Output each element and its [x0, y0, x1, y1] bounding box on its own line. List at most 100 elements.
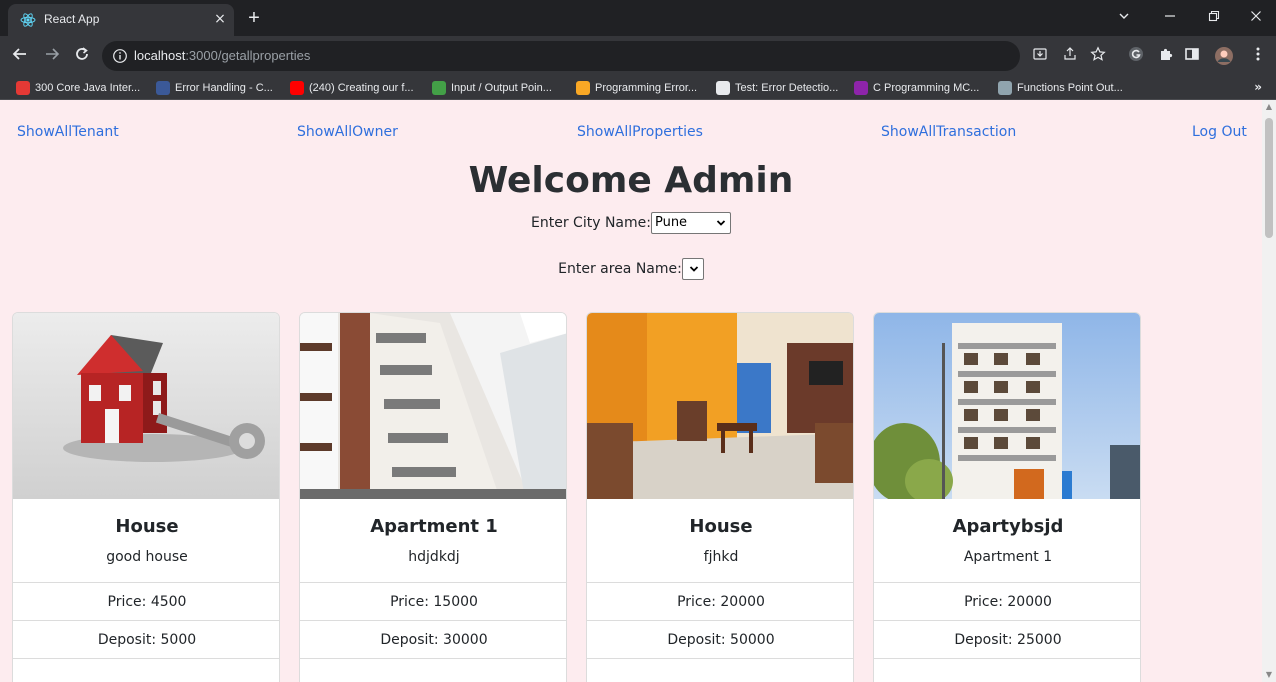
bookmark-item[interactable]: Test: Error Detectio... [716, 80, 838, 96]
new-tab-button[interactable]: + [244, 8, 264, 28]
bookmark-favicon-icon [156, 81, 170, 95]
card-description: Apartment 1 [963, 549, 1053, 565]
bookmark-favicon-icon [998, 81, 1012, 95]
divider [874, 620, 1140, 621]
bookmark-item[interactable]: Input / Output Poin... [432, 80, 552, 96]
tab-close-icon[interactable]: × [212, 11, 228, 27]
scrollbar-thumb[interactable] [1265, 118, 1273, 238]
city-field-row: Enter City Name: Pune [0, 212, 1262, 234]
chevron-down-icon [689, 266, 698, 272]
card-price: Price: 15000 [390, 594, 478, 610]
nav-log-out[interactable]: Log Out [1192, 124, 1247, 140]
page-scrollbar[interactable]: ▲ ▼ [1262, 100, 1276, 682]
card-title: Apartment 1 [370, 516, 498, 537]
bookmark-favicon-icon [854, 81, 868, 95]
living-room-image [587, 313, 853, 499]
bookmark-favicon-icon [432, 81, 446, 95]
bookmark-label: C Programming MC... [873, 82, 980, 94]
bookmark-label: Functions Point Out... [1017, 82, 1123, 94]
bookmark-item[interactable]: 300 Core Java Inter... [16, 80, 140, 96]
card-deposit: Deposit: 30000 [380, 632, 488, 648]
card-title: Apartybsjd [952, 516, 1064, 537]
card-price: Price: 20000 [964, 594, 1052, 610]
area-field-row: Enter area Name: [0, 258, 1262, 280]
forward-arrow-icon[interactable] [42, 46, 62, 66]
card-price: Price: 20000 [677, 594, 765, 610]
tab-search-icon[interactable] [1114, 8, 1134, 28]
area-label: Enter area Name: [558, 261, 682, 277]
divider [300, 620, 566, 621]
divider [587, 582, 853, 583]
card-description: good house [106, 549, 188, 565]
bookmark-item[interactable]: Programming Error... [576, 80, 697, 96]
property-card: House fjhkd Price: 20000 Deposit: 50000 [586, 312, 854, 682]
browser-toolbar: localhost:3000/getallproperties [0, 36, 1276, 76]
bookmark-item[interactable]: Error Handling - C... [156, 80, 273, 96]
install-app-icon[interactable] [1030, 46, 1050, 66]
nav-show-all-tenant[interactable]: ShowAllTenant [17, 124, 119, 140]
card-price: Price: 4500 [107, 594, 187, 610]
tab-title: React App [44, 12, 100, 26]
url-text[interactable]: localhost:3000/getallproperties [134, 48, 310, 63]
bookmark-label: Input / Output Poin... [451, 82, 552, 94]
site-info-icon[interactable] [112, 48, 128, 64]
bookmark-label: Test: Error Detectio... [735, 82, 839, 94]
nav-show-all-properties[interactable]: ShowAllProperties [577, 124, 703, 140]
area-select[interactable] [681, 258, 704, 280]
menu-kebab-icon[interactable] [1248, 46, 1268, 66]
bookmark-favicon-icon [716, 81, 730, 95]
bookmarks-overflow-button[interactable]: » [1254, 80, 1262, 94]
divider [587, 620, 853, 621]
bookmark-favicon-icon [16, 81, 30, 95]
city-label: Enter City Name: [531, 215, 651, 231]
bookmark-item[interactable]: Functions Point Out... [998, 80, 1123, 96]
side-panel-icon[interactable] [1182, 46, 1202, 66]
chevron-down-icon [716, 220, 726, 226]
browser-tab[interactable]: React App × [8, 4, 234, 36]
card-description: hdjdkdj [408, 549, 460, 565]
divider [13, 658, 279, 659]
extensions-puzzle-icon[interactable] [1156, 46, 1176, 66]
bookmark-star-icon[interactable] [1088, 46, 1108, 66]
bookmark-item[interactable]: (240) Creating our f... [290, 80, 414, 96]
bookmarks-bar: 300 Core Java Inter... Error Handling - C… [0, 76, 1276, 100]
scroll-up-icon[interactable]: ▲ [1265, 103, 1273, 111]
address-bar[interactable]: localhost:3000/getallproperties [102, 41, 1020, 71]
page-viewport: ShowAllTenant ShowAllOwner ShowAllProper… [0, 100, 1262, 682]
divider [13, 620, 279, 621]
profile-avatar[interactable] [1214, 46, 1234, 66]
extension-g-icon[interactable] [1126, 46, 1146, 66]
bookmark-item[interactable]: C Programming MC... [854, 80, 979, 96]
minimize-icon[interactable] [1160, 8, 1180, 28]
card-deposit: Deposit: 50000 [667, 632, 775, 648]
close-window-icon[interactable] [1246, 8, 1266, 28]
back-arrow-icon[interactable] [10, 46, 30, 66]
card-description: fjhkd [703, 549, 739, 565]
divider [874, 582, 1140, 583]
card-deposit: Deposit: 25000 [954, 632, 1062, 648]
reload-icon[interactable] [72, 46, 92, 66]
bookmark-label: Programming Error... [595, 82, 698, 94]
property-card: Apartment 1 hdjdkdj Price: 15000 Deposit… [299, 312, 567, 682]
divider [300, 582, 566, 583]
city-select-value: Pune [654, 215, 688, 230]
nav-show-all-owner[interactable]: ShowAllOwner [297, 124, 398, 140]
property-card: House good house Price: 4500 Deposit: 50… [12, 312, 280, 682]
bookmark-favicon-icon [576, 81, 590, 95]
divider [874, 658, 1140, 659]
nav-show-all-transaction[interactable]: ShowAllTransaction [881, 124, 1016, 140]
property-card: Apartybsjd Apartment 1 Price: 20000 Depo… [873, 312, 1141, 682]
divider [13, 582, 279, 583]
apartment-building-image [300, 313, 566, 499]
react-logo-icon [20, 13, 36, 27]
scroll-down-icon[interactable]: ▼ [1265, 671, 1273, 679]
city-select[interactable]: Pune [650, 212, 731, 234]
restore-icon[interactable] [1204, 8, 1224, 28]
card-deposit: Deposit: 5000 [97, 632, 197, 648]
divider [300, 658, 566, 659]
bookmark-label: 300 Core Java Inter... [35, 82, 141, 94]
browser-tab-strip: React App × + [0, 0, 1276, 36]
bookmark-favicon-icon [290, 81, 304, 95]
card-title: House [689, 516, 753, 537]
share-icon[interactable] [1060, 46, 1080, 66]
